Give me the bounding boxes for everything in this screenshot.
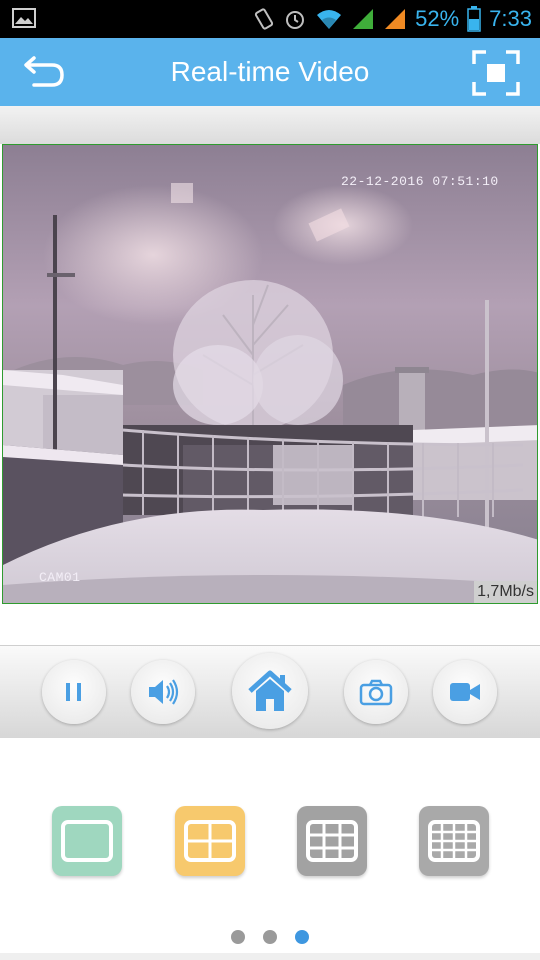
- page-dot-active[interactable]: [295, 930, 309, 944]
- home-icon: [248, 670, 292, 711]
- page-dot[interactable]: [263, 930, 277, 944]
- pause-icon: [66, 683, 81, 701]
- audio-button[interactable]: [131, 660, 195, 724]
- video-timestamp: 22-12-2016 07:51:10: [341, 174, 499, 189]
- alarm-icon: [286, 11, 305, 29]
- battery-percent: 52%: [415, 6, 460, 31]
- header-bar: Real-time Video: [0, 38, 540, 106]
- speaker-icon: [149, 679, 179, 705]
- bitrate-readout: 1,7Mb/s: [474, 581, 537, 603]
- quad-view-button[interactable]: [175, 806, 245, 876]
- page-indicator: [0, 930, 540, 944]
- signal-icon: [385, 9, 406, 29]
- quad-view-icon: [184, 820, 236, 862]
- single-view-icon: [61, 820, 113, 862]
- fullscreen-icon[interactable]: [472, 50, 520, 96]
- video-camera-icon: [450, 683, 480, 701]
- snapshot-button[interactable]: [344, 660, 408, 724]
- layout-selector: [0, 738, 540, 960]
- header-shadow: [0, 106, 540, 144]
- home-button[interactable]: [232, 653, 308, 729]
- status-bar: 52% 7:33: [0, 0, 540, 38]
- control-bar: [0, 645, 540, 738]
- single-view-button[interactable]: [52, 806, 122, 876]
- signal-icon: [353, 9, 374, 29]
- bottom-divider: [0, 953, 540, 960]
- nine-view-button[interactable]: [297, 806, 367, 876]
- camera-icon: [359, 679, 393, 706]
- sixteen-view-button[interactable]: [419, 806, 489, 876]
- page-dot[interactable]: [231, 930, 245, 944]
- pause-button[interactable]: [42, 660, 106, 724]
- camera-feed-image: [3, 145, 537, 603]
- sixteen-view-icon: [428, 820, 480, 862]
- page-title: Real-time Video: [170, 56, 370, 87]
- battery-icon: [467, 6, 481, 32]
- vibrate-icon: [255, 8, 274, 30]
- wifi-icon: [317, 10, 342, 29]
- clock: 7:33: [489, 6, 532, 31]
- nine-view-icon: [306, 820, 358, 862]
- video-player[interactable]: 22-12-2016 07:51:10 CAM01 1,7Mb/s: [2, 144, 538, 604]
- record-button[interactable]: [433, 660, 497, 724]
- gallery-icon: [12, 8, 36, 28]
- camera-label: CAM01: [39, 570, 81, 585]
